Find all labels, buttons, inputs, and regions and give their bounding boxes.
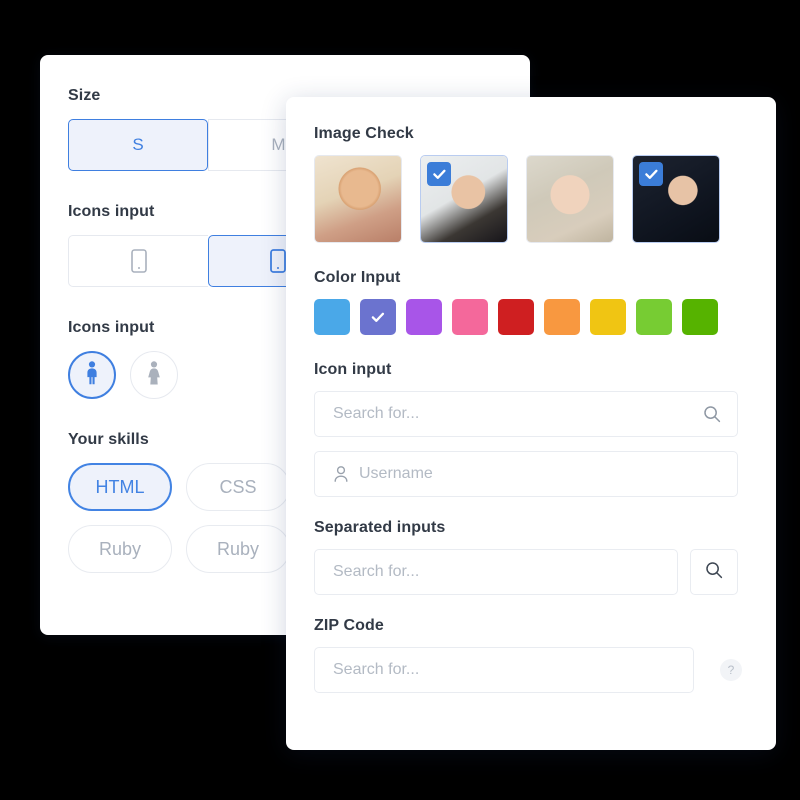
- skill-pill-ruby-1[interactable]: Ruby: [68, 525, 172, 573]
- color-swatch-5[interactable]: [498, 299, 534, 335]
- gender-option-female[interactable]: [130, 351, 178, 399]
- zip-code-label: ZIP Code: [314, 617, 384, 634]
- color-swatch-6[interactable]: [544, 299, 580, 335]
- checkmark-badge[interactable]: [427, 162, 451, 186]
- color-swatch-7[interactable]: [590, 299, 626, 335]
- color-swatch-3[interactable]: [406, 299, 442, 335]
- male-icon: [82, 360, 102, 390]
- check-icon: [371, 312, 385, 322]
- zip-code-placeholder: Search for...: [333, 661, 420, 678]
- female-icon: [144, 360, 164, 390]
- separated-search-placeholder: Search for...: [333, 563, 420, 580]
- search-icon[interactable]: [703, 405, 721, 423]
- image-check-group: [314, 155, 748, 243]
- search-button[interactable]: [690, 549, 738, 595]
- separated-inputs-label: Separated inputs: [314, 519, 446, 536]
- image-check-label: Image Check: [314, 125, 414, 142]
- phone-option-1[interactable]: [68, 235, 208, 287]
- username-input[interactable]: Username: [314, 451, 738, 497]
- skill-pill-ruby-2[interactable]: Ruby: [186, 525, 290, 573]
- image-check-item-2[interactable]: [420, 155, 508, 243]
- skill-pill-css[interactable]: CSS: [186, 463, 290, 511]
- gender-option-male[interactable]: [68, 351, 116, 399]
- portrait-thumbnail-3: [527, 156, 613, 242]
- image-check-item-4[interactable]: [632, 155, 720, 243]
- search-icon: [705, 561, 723, 584]
- color-input-label: Color Input: [314, 269, 401, 286]
- image-check-item-3[interactable]: [526, 155, 614, 243]
- screenshot-stage: Size S M L Icons input: [0, 0, 800, 800]
- color-swatch-2[interactable]: [360, 299, 396, 335]
- color-swatch-group: [314, 299, 748, 335]
- checkmark-badge[interactable]: [639, 162, 663, 186]
- color-swatch-9[interactable]: [682, 299, 718, 335]
- color-swatch-4[interactable]: [452, 299, 488, 335]
- search-input-with-right-icon[interactable]: Search for...: [314, 391, 738, 437]
- icon-input-label: Icon input: [314, 361, 392, 378]
- skill-pill-html[interactable]: HTML: [68, 463, 172, 511]
- image-check-item-1[interactable]: [314, 155, 402, 243]
- separated-search-input[interactable]: Search for...: [314, 549, 678, 595]
- color-swatch-1[interactable]: [314, 299, 350, 335]
- search-input-placeholder: Search for...: [333, 405, 420, 422]
- zip-code-group: Search for... ?: [314, 647, 748, 693]
- username-input-placeholder: Username: [359, 465, 433, 482]
- size-option-s[interactable]: S: [68, 119, 208, 171]
- separated-inputs-group: Search for...: [314, 549, 748, 595]
- mobile-phone-icon: [270, 249, 286, 273]
- help-badge[interactable]: ?: [720, 659, 742, 681]
- right-settings-card: Image Check Color Input Icon input Searc…: [286, 97, 776, 750]
- zip-code-input[interactable]: Search for...: [314, 647, 694, 693]
- user-icon: [315, 465, 359, 483]
- color-swatch-8[interactable]: [636, 299, 672, 335]
- mobile-phone-icon: [130, 249, 147, 273]
- portrait-thumbnail-1: [315, 156, 401, 242]
